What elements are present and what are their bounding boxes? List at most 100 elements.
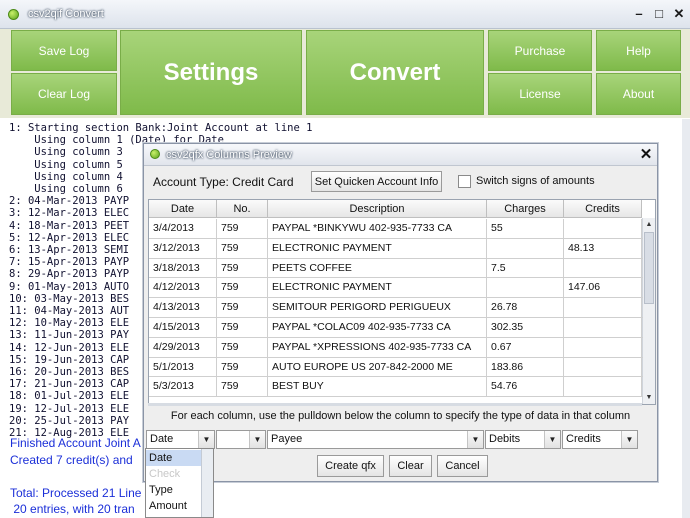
log-line: 2: 04-Mar-2013 PAYP — [9, 195, 130, 208]
app-icon — [8, 9, 19, 20]
dropdown-option-amount[interactable]: Amount — [146, 498, 202, 514]
window-title-bar: csv2qif Convert – □ ✕ — [0, 0, 690, 29]
cancel-button[interactable]: Cancel — [437, 455, 488, 477]
table-horizontal-scrollbar[interactable] — [148, 403, 642, 406]
cell-charges — [487, 278, 564, 298]
cell-number: 759 — [217, 258, 268, 278]
log-line: 17: 21-Jun-2013 CAP — [9, 378, 130, 391]
log-line: 9: 01-May-2013 AUTO — [9, 280, 130, 293]
cell-credits: 147.06 — [564, 278, 642, 298]
cell-date: 5/3/2013 — [149, 377, 217, 397]
set-quicken-account-button[interactable]: Set Quicken Account Info — [311, 171, 442, 192]
cell-charges — [487, 238, 564, 258]
purchase-button[interactable]: Purchase — [488, 30, 592, 71]
table-row[interactable]: 4/13/2013 759 SEMITOUR PERIGORD PERIGUEUX 2… — [149, 298, 643, 318]
cell-credits — [564, 298, 642, 318]
table-row[interactable]: 3/12/2013 759 ELECTRONIC PAYMENT 48.13 — [149, 238, 643, 259]
about-button[interactable]: About — [596, 73, 681, 115]
cell-number: 759 — [217, 278, 268, 298]
cell-description: ELECTRONIC PAYMENT — [268, 238, 487, 258]
column-header-credits[interactable]: Credits — [564, 200, 642, 218]
log-line: 4: 18-Mar-2013 PEET — [9, 219, 130, 232]
save-log-button[interactable]: Save Log — [11, 30, 117, 71]
cell-number: 759 — [217, 318, 268, 337]
column-type-select-2[interactable]: ▼ — [216, 430, 266, 449]
license-button[interactable]: License — [488, 73, 592, 115]
dropdown-scrollbar[interactable] — [201, 449, 213, 517]
maximize-button[interactable]: □ — [650, 6, 668, 22]
help-label: Help — [626, 43, 651, 58]
save-log-label: Save Log — [38, 43, 90, 58]
column-type-select-1[interactable]: Date ▼ — [146, 430, 215, 449]
account-type-label: Account Type: Credit Card — [153, 175, 294, 189]
dropdown-option-type[interactable]: Type — [146, 482, 202, 498]
column-type-value-1: Date — [150, 433, 174, 445]
log-summary-line: Finished Account Joint A — [10, 436, 141, 450]
chevron-down-icon[interactable]: ▼ — [198, 431, 214, 448]
scroll-up-icon[interactable]: ▲ — [643, 219, 655, 231]
cell-date: 3/4/2013 — [149, 219, 217, 238]
convert-button[interactable]: Convert — [306, 30, 484, 115]
cell-credits — [564, 318, 642, 337]
column-type-select-4[interactable]: Debits ▼ — [485, 430, 561, 449]
column-header-charges[interactable]: Charges — [487, 200, 564, 218]
chevron-down-icon[interactable]: ▼ — [249, 431, 265, 448]
convert-label: Convert — [349, 58, 441, 86]
column-type-value-5: Credits — [566, 433, 601, 445]
dropdown-option-check[interactable]: Check — [146, 466, 202, 482]
log-line: 13: 11-Jun-2013 PAY — [9, 329, 130, 342]
table-row[interactable]: 3/18/2013 759 PEETS COFFEE 7.5 — [149, 258, 643, 279]
log-summary-line: 20 entries, with 20 tran — [10, 502, 135, 516]
scroll-down-icon[interactable]: ▼ — [643, 392, 655, 404]
dropdown-option-date[interactable]: Date — [146, 450, 202, 466]
cell-credits — [564, 337, 642, 357]
log-line: 19: 12-Jul-2013 ELE — [9, 402, 130, 415]
table-scroll-thumb[interactable] — [644, 232, 654, 304]
cell-charges: 0.67 — [487, 337, 564, 357]
chevron-down-icon[interactable]: ▼ — [544, 431, 560, 448]
cell-charges: 55 — [487, 219, 564, 238]
column-header-description[interactable]: Description — [268, 200, 487, 218]
toolbar: Save Log Clear Log Settings Convert Purc… — [0, 29, 690, 118]
cell-credits — [564, 357, 642, 377]
cell-description: ELECTRONIC PAYMENT — [268, 278, 487, 298]
log-line: 15: 19-Jun-2013 CAP — [9, 353, 130, 366]
cell-number: 759 — [217, 238, 268, 258]
column-header-number[interactable]: No. — [217, 200, 268, 218]
log-line: 8: 29-Apr-2013 PAYP — [9, 268, 130, 281]
table-row[interactable]: 4/12/2013 759 ELECTRONIC PAYMENT 147.06 — [149, 278, 643, 299]
columns-preview-dialog: csv2qfx Columns Preview ✕ Account Type: … — [143, 143, 658, 482]
minimize-button[interactable]: – — [630, 6, 648, 22]
cell-credits — [564, 258, 642, 278]
chevron-down-icon[interactable]: ▼ — [621, 431, 637, 448]
table-row[interactable]: 5/1/2013 759 AUTO EUROPE US 207-842-2000 M… — [149, 357, 643, 378]
column-type-dropdown-list: Date Check Type Amount — [145, 448, 214, 518]
table-row[interactable]: 4/29/2013 759 PAYPAL *XPRESSIONS 402-935-7… — [149, 337, 643, 358]
close-button[interactable]: ✕ — [670, 6, 688, 22]
column-type-select-3[interactable]: Payee ▼ — [267, 430, 484, 449]
license-label: License — [519, 87, 561, 101]
log-summary-line: Created 7 credit(s) and — [10, 453, 133, 467]
column-header-date[interactable]: Date — [149, 200, 217, 218]
clear-log-button[interactable]: Clear Log — [11, 73, 117, 115]
table-row[interactable]: 5/3/2013 759 BEST BUY 54.76 — [149, 377, 643, 398]
table-scrollbar[interactable]: ▲ ▼ — [642, 218, 655, 404]
cell-charges: 302.35 — [487, 318, 564, 337]
create-qfx-button[interactable]: Create qfx — [317, 455, 384, 477]
cell-description: BEST BUY — [268, 377, 487, 397]
switch-signs-checkbox[interactable] — [458, 175, 471, 188]
table-row[interactable]: 3/4/2013 759 PAYPAL *BINKYWU 402-935-7733 … — [149, 219, 643, 239]
help-button[interactable]: Help — [596, 30, 681, 71]
chevron-down-icon[interactable]: ▼ — [467, 431, 483, 448]
settings-button[interactable]: Settings — [120, 30, 302, 115]
table-row[interactable]: 4/15/2013 759 PAYPAL *COLAC09 402-935-7733… — [149, 318, 643, 338]
column-type-value-3: Payee — [271, 433, 303, 445]
log-scrollbar[interactable] — [682, 119, 690, 518]
cell-description: SEMITOUR PERIGORD PERIGUEUX — [268, 298, 487, 318]
column-type-select-5[interactable]: Credits ▼ — [562, 430, 638, 449]
log-line: 3: 12-Mar-2013 ELEC — [9, 207, 130, 220]
purchase-label: Purchase — [514, 43, 566, 58]
clear-button[interactable]: Clear — [389, 455, 432, 477]
log-line: 16: 20-Jun-2013 BES — [9, 366, 130, 378]
dialog-close-icon[interactable]: ✕ — [638, 147, 654, 163]
